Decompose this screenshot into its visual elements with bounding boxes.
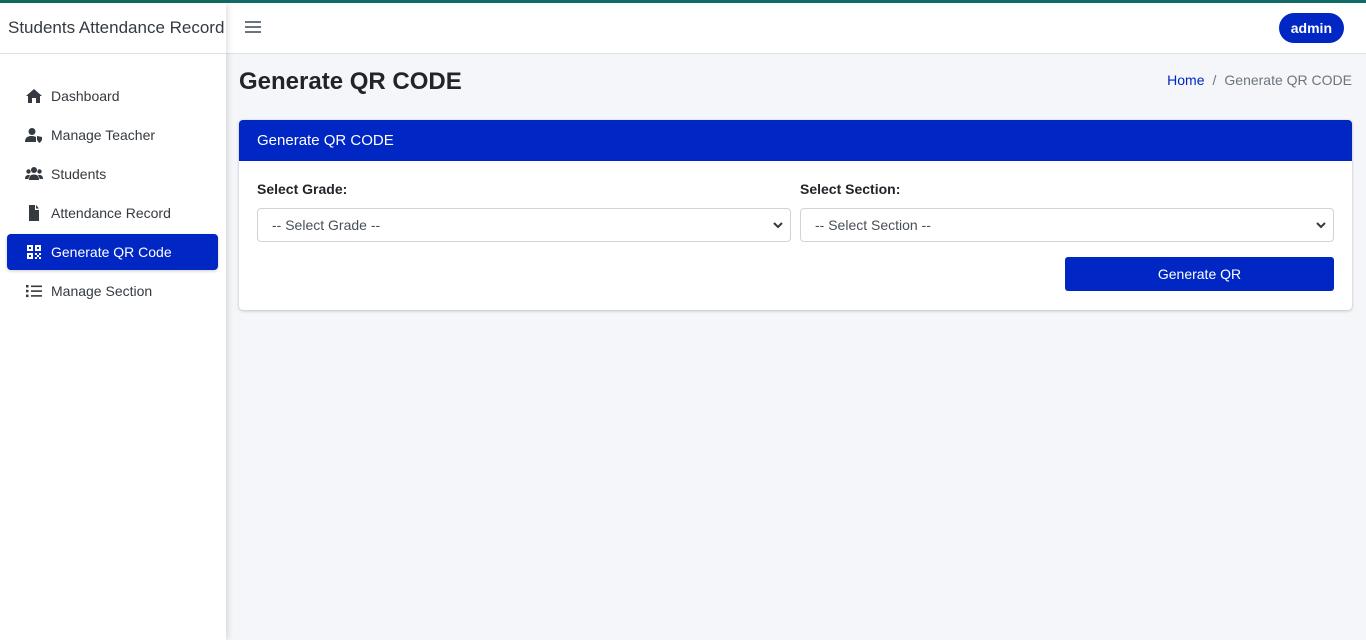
card-title: Generate QR CODE [239, 120, 1352, 161]
user-shield-icon [24, 126, 44, 144]
grade-label: Select Grade: [257, 181, 348, 197]
sidebar-item-manage-teacher[interactable]: Manage Teacher [7, 117, 218, 153]
grade-select[interactable]: -- Select Grade -- [257, 208, 791, 242]
hamburger-icon[interactable] [245, 18, 261, 36]
chevron-down-icon [773, 222, 783, 229]
sidebar-nav: Dashboard Manage Teacher Students Attend… [0, 54, 226, 309]
app-title[interactable]: Students Attendance Record [0, 3, 226, 54]
sidebar-item-attendance-record[interactable]: Attendance Record [7, 195, 218, 231]
page-title: Generate QR CODE [239, 68, 462, 95]
generate-qr-card: Generate QR CODE Select Grade: -- Select… [239, 120, 1352, 310]
breadcrumb-home-link[interactable]: Home [1167, 72, 1204, 88]
chevron-down-icon [1316, 222, 1326, 229]
sidebar-item-label: Manage Section [51, 283, 153, 299]
sidebar-item-generate-qr-code[interactable]: Generate QR Code [7, 234, 218, 270]
sidebar-item-dashboard[interactable]: Dashboard [7, 78, 218, 114]
user-menu-button[interactable]: admin [1278, 13, 1344, 43]
users-icon [24, 165, 44, 183]
sidebar-item-manage-section[interactable]: Manage Section [7, 273, 218, 309]
home-icon [24, 87, 44, 105]
file-icon [24, 204, 44, 222]
section-select-value: -- Select Section -- [815, 217, 931, 233]
sidebar-item-label: Manage Teacher [51, 127, 156, 143]
sidebar-item-label: Attendance Record [51, 205, 171, 221]
sidebar-item-label: Dashboard [51, 88, 120, 104]
breadcrumb-current: Generate QR CODE [1224, 72, 1352, 88]
breadcrumb-separator: / [1212, 72, 1217, 88]
qrcode-icon [24, 243, 44, 261]
list-icon [24, 282, 44, 300]
section-select[interactable]: -- Select Section -- [800, 208, 1334, 242]
section-label: Select Section: [800, 181, 901, 197]
sidebar: Students Attendance Record Dashboard Man… [0, 3, 226, 640]
top-navbar: admin [226, 3, 1366, 54]
breadcrumb: Home / Generate QR CODE [1167, 72, 1352, 88]
grade-select-value: -- Select Grade -- [272, 217, 381, 233]
generate-qr-button[interactable]: Generate QR [1065, 257, 1334, 291]
sidebar-item-students[interactable]: Students [7, 156, 218, 192]
sidebar-item-label: Students [51, 166, 107, 182]
sidebar-item-label: Generate QR Code [51, 244, 172, 260]
